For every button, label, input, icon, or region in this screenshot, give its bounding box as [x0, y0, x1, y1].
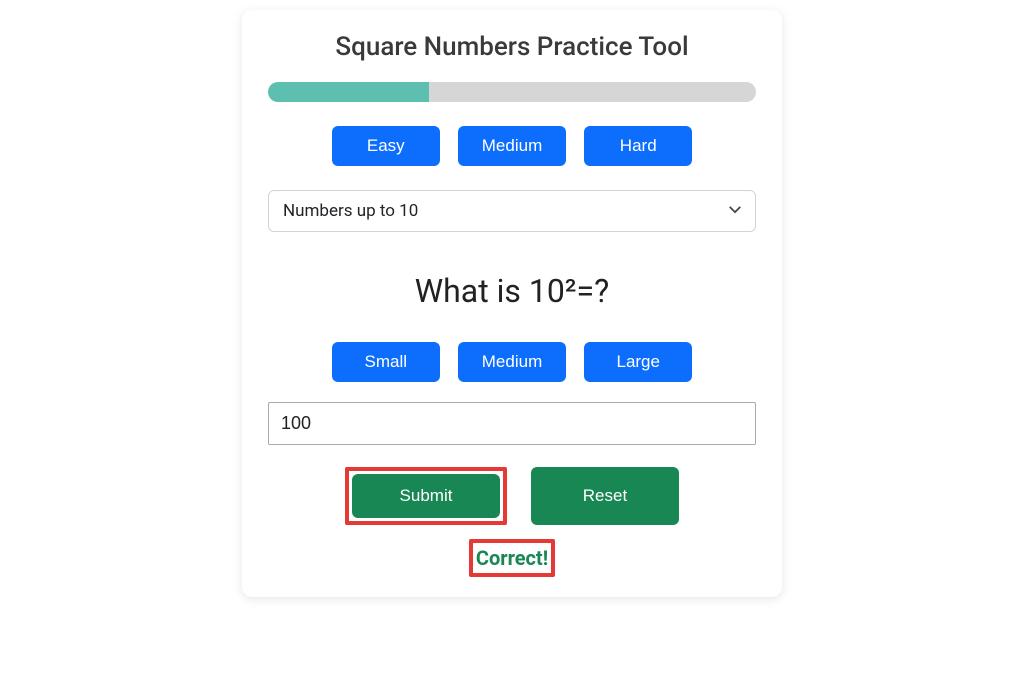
page-title: Square Numbers Practice Tool	[268, 32, 756, 62]
action-row: Submit Reset	[268, 467, 756, 525]
size-row: Small Medium Large	[268, 342, 756, 382]
difficulty-hard-button[interactable]: Hard	[584, 126, 692, 166]
difficulty-easy-button[interactable]: Easy	[332, 126, 440, 166]
size-medium-button[interactable]: Medium	[458, 342, 566, 382]
range-select[interactable]: Numbers up to 10	[268, 190, 756, 232]
feedback-text: Correct!	[476, 546, 548, 570]
answer-input[interactable]	[268, 402, 756, 445]
submit-button[interactable]: Submit	[352, 474, 500, 518]
reset-button[interactable]: Reset	[531, 467, 679, 525]
size-large-button[interactable]: Large	[584, 342, 692, 382]
practice-card: Square Numbers Practice Tool Easy Medium…	[242, 10, 782, 597]
difficulty-row: Easy Medium Hard	[268, 126, 756, 166]
submit-highlight: Submit	[345, 467, 507, 525]
progress-fill	[268, 82, 429, 102]
range-select-wrap: Numbers up to 10	[268, 190, 756, 232]
size-small-button[interactable]: Small	[332, 342, 440, 382]
feedback-highlight: Correct!	[469, 539, 555, 577]
progress-bar	[268, 82, 756, 102]
question-text: What is 10²=?	[268, 272, 756, 310]
difficulty-medium-button[interactable]: Medium	[458, 126, 566, 166]
